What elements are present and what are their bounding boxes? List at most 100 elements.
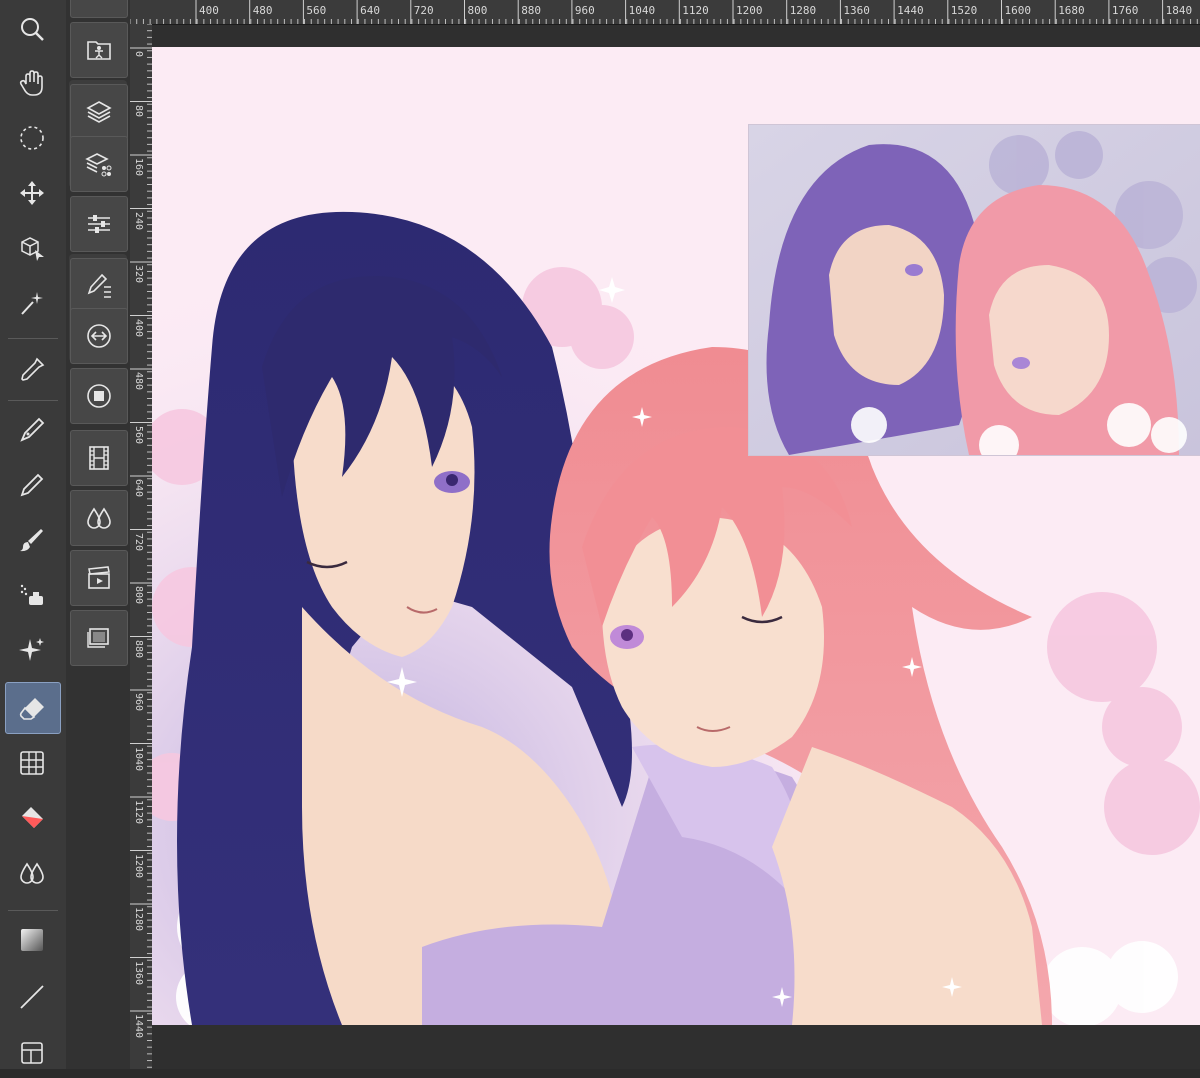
- toolbar-divider: [8, 400, 58, 401]
- ruler-label: 1440: [133, 1014, 144, 1039]
- eraser-icon: [19, 698, 44, 720]
- airbrush-tool[interactable]: [5, 570, 59, 620]
- layers-effect-icon: [85, 153, 112, 177]
- airbrush-icon: [20, 584, 43, 605]
- toolbar-divider: [8, 338, 58, 339]
- eraser-tool[interactable]: [5, 682, 61, 734]
- zoom-tool[interactable]: [5, 4, 59, 54]
- window-button[interactable]: [70, 610, 128, 666]
- ruler-label: 1520: [950, 4, 978, 17]
- color-square-icon: [87, 384, 111, 408]
- animation-button[interactable]: [70, 430, 128, 486]
- vertical-ruler[interactable]: 0 80 160 240 320 400 480 560 640 720 800 880 960 1040…: [130, 24, 153, 1069]
- layers-icon: [86, 101, 112, 123]
- ruler-label: 1280: [133, 907, 144, 932]
- navigator-icon: [87, 324, 111, 348]
- fill-tool[interactable]: [5, 793, 59, 843]
- color-button[interactable]: [70, 368, 128, 424]
- eyedropper-icon: [21, 357, 45, 381]
- reference-image[interactable]: [748, 124, 1200, 456]
- ruler-label: 720: [133, 532, 144, 551]
- ruler-label: 880: [521, 4, 542, 17]
- gradient-icon: [21, 929, 43, 951]
- canvas-area[interactable]: [152, 25, 1200, 1069]
- hand-tool[interactable]: [5, 58, 59, 108]
- drops-icon: [87, 507, 111, 529]
- ruler-label: 960: [133, 693, 144, 712]
- tool-property-button[interactable]: [70, 196, 128, 252]
- navigator-button[interactable]: [70, 308, 128, 364]
- line-tool[interactable]: [5, 972, 59, 1022]
- move-tool[interactable]: [5, 168, 59, 218]
- cube-pointer-icon: [21, 237, 44, 261]
- material-button[interactable]: [70, 22, 128, 78]
- pencil-tool[interactable]: [5, 460, 59, 510]
- clapper-icon: [88, 566, 110, 589]
- frame-icon: [21, 1042, 43, 1064]
- selection-tool[interactable]: [5, 113, 59, 163]
- ruler-label: 1040: [133, 746, 144, 771]
- drawing-canvas[interactable]: [152, 47, 1200, 1025]
- ruler-label: 640: [133, 479, 144, 498]
- top-partial-button[interactable]: [70, 0, 128, 18]
- ruler-label: 480: [252, 4, 273, 17]
- drops-icon: [20, 862, 44, 884]
- bucket-icon: [22, 807, 43, 828]
- ruler-label: 1200: [133, 853, 144, 878]
- ruler-label: 1840: [1165, 4, 1193, 17]
- ruler-label: 560: [133, 425, 144, 444]
- pen-tool[interactable]: [5, 405, 59, 455]
- ruler-label: 320: [133, 265, 144, 284]
- grid-tool[interactable]: [5, 738, 59, 788]
- reference-illustration: [749, 125, 1200, 455]
- ruler-label: 1360: [133, 960, 144, 985]
- folder-person-icon: [87, 41, 111, 60]
- ruler-label: 1360: [843, 4, 870, 17]
- ruler-label: 1600: [1004, 4, 1032, 17]
- ruler-label: 80: [133, 104, 144, 117]
- layer-property-button[interactable]: [70, 136, 128, 192]
- ruler-label: 960: [574, 4, 595, 17]
- auto-select-tool[interactable]: [5, 278, 59, 328]
- ruler-label: 640: [360, 4, 380, 17]
- blend-tool[interactable]: [5, 848, 59, 898]
- ruler-label: 1680: [1058, 4, 1085, 17]
- ruler-label: 800: [133, 586, 144, 605]
- color-mix-button[interactable]: [70, 490, 128, 546]
- film-icon: [89, 446, 109, 470]
- pen-nib-icon: [20, 417, 45, 442]
- dotted-circle-icon: [20, 126, 44, 150]
- line-icon: [20, 985, 44, 1009]
- brush-tool[interactable]: [5, 515, 59, 565]
- grid-icon: [20, 751, 44, 775]
- ruler-label: 1280: [789, 4, 817, 17]
- ruler-label: 400: [199, 4, 219, 17]
- tool-bar: [0, 0, 67, 1069]
- ruler-label: 1200: [736, 4, 763, 17]
- palette-bar: [66, 0, 131, 1069]
- ruler-label: 1760: [1111, 4, 1139, 17]
- gradient-tool[interactable]: [5, 915, 59, 965]
- ruler-label: 720: [413, 4, 434, 17]
- pen-list-icon: [87, 273, 111, 298]
- windows-icon: [87, 628, 109, 648]
- pencil-icon: [20, 473, 44, 497]
- ruler-label: 160: [133, 158, 144, 177]
- eyedropper-tool[interactable]: [5, 345, 59, 395]
- toolbar-divider: [8, 910, 58, 911]
- ruler-label: 1040: [628, 4, 656, 17]
- ruler-label: 400: [133, 318, 144, 337]
- sliders-icon: [88, 215, 110, 233]
- horizontal-ruler[interactable]: 400 480 560 640 720 800 880 960 1040 1120 1200 1280…: [130, 0, 1200, 25]
- frame-tool[interactable]: [5, 1028, 59, 1078]
- ruler-label: 1120: [682, 4, 709, 17]
- layer-button[interactable]: [70, 84, 128, 140]
- ruler-label: 1440: [897, 4, 924, 17]
- sub-tool-button[interactable]: [70, 258, 128, 314]
- ruler-label: 240: [133, 211, 144, 230]
- object-tool[interactable]: [5, 223, 59, 273]
- decoration-tool[interactable]: [5, 625, 59, 675]
- sparkle-icon: [19, 638, 44, 661]
- ruler-label: 0: [133, 51, 144, 58]
- timeline-button[interactable]: [70, 550, 128, 606]
